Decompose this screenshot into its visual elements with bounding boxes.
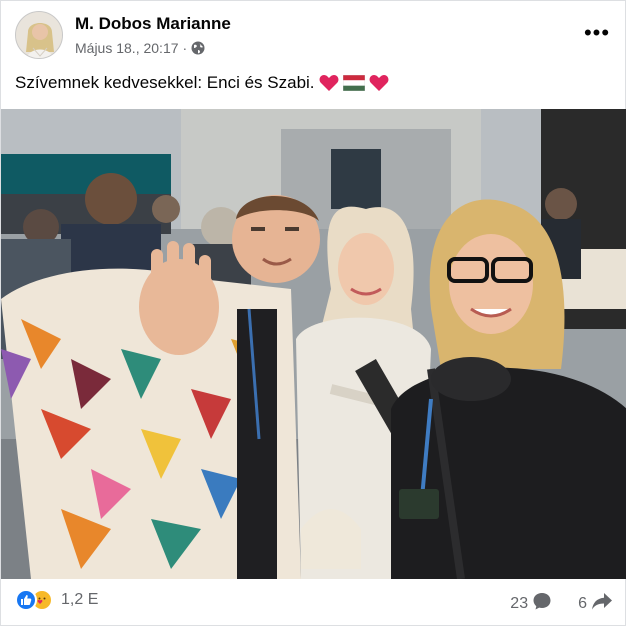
reactions-summary[interactable]: 1,2 E bbox=[15, 589, 98, 611]
like-icon bbox=[15, 589, 37, 611]
reaction-count: 1,2 E bbox=[61, 591, 99, 608]
post-photo[interactable] bbox=[1, 109, 626, 579]
photo-image bbox=[1, 109, 626, 579]
more-options-button[interactable]: ••• bbox=[579, 19, 615, 47]
author-name[interactable]: M. Dobos Marianne bbox=[75, 14, 231, 34]
post-meta: Május 18., 20:17 · bbox=[75, 40, 205, 56]
share-arrow-icon bbox=[591, 591, 613, 616]
caption-text: Szívemnek kedvesekkel: Enci és Szabi. bbox=[15, 73, 315, 92]
author-avatar[interactable] bbox=[15, 11, 63, 59]
post-footer: 1,2 E 23 6 bbox=[15, 587, 613, 617]
red-heart-icon bbox=[369, 74, 389, 92]
red-heart-icon bbox=[319, 74, 339, 92]
share-count-link[interactable]: 6 bbox=[578, 591, 613, 616]
comment-count: 23 bbox=[510, 594, 529, 612]
post-header: M. Dobos Marianne Május 18., 20:17 · ••• bbox=[15, 11, 615, 61]
hungary-flag-icon bbox=[342, 75, 365, 91]
comment-count-link[interactable]: 23 bbox=[510, 591, 552, 616]
post-card: M. Dobos Marianne Május 18., 20:17 · •••… bbox=[0, 0, 626, 626]
engagement-stats: 23 6 bbox=[510, 591, 613, 616]
post-caption: Szívemnek kedvesekkel: Enci és Szabi. bbox=[15, 73, 389, 93]
avatar-image bbox=[16, 12, 62, 58]
share-count: 6 bbox=[578, 594, 587, 612]
comment-bubble-icon bbox=[532, 591, 552, 616]
post-timestamp[interactable]: Május 18., 20:17 bbox=[75, 40, 179, 56]
meta-separator: · bbox=[182, 40, 188, 56]
globe-icon[interactable] bbox=[191, 41, 205, 55]
